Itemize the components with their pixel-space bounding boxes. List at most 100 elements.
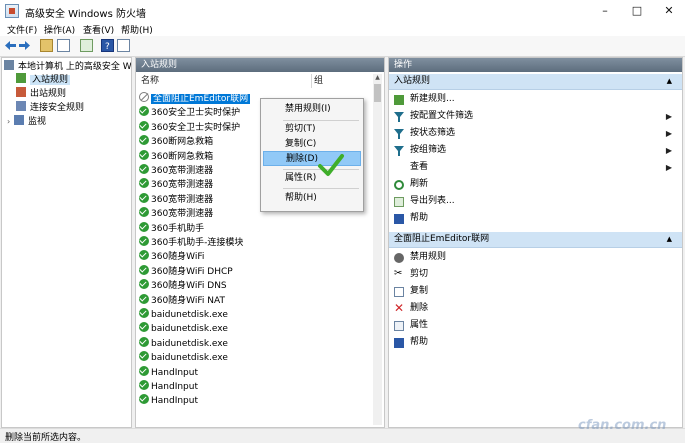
allowed-rule-icon — [139, 308, 149, 318]
actions-section-inbound-rules[interactable]: 入站规则 ▲ — [389, 74, 682, 90]
tree-item-outbound-rules[interactable]: 出站规则 — [16, 87, 66, 100]
rule-row[interactable]: 360宽带测速器 — [139, 164, 213, 178]
context-menu-delete[interactable]: 删除(D) — [263, 151, 361, 166]
menu-file[interactable]: 文件(F) — [7, 23, 37, 36]
allowed-rule-icon — [139, 149, 149, 160]
rule-row[interactable]: 360安全卫士实时保护 — [139, 120, 240, 135]
allowed-rule-icon — [139, 164, 149, 174]
show-hide-tree-icon[interactable] — [57, 39, 70, 52]
action-refresh[interactable]: 刷新 — [389, 176, 682, 193]
properties-icon — [394, 321, 404, 331]
scissors-icon: ✂ — [394, 268, 403, 279]
context-menu: 禁用规则(I) 剪切(T) 复制(C) 删除(D) 属性(R) 帮助(H) — [260, 98, 364, 212]
collapse-up-icon[interactable]: ▲ — [667, 232, 672, 247]
context-menu-copy[interactable]: 复制(C) — [263, 137, 361, 152]
allowed-rule-icon — [139, 322, 149, 333]
action-view[interactable]: 查看 ▶ — [389, 159, 682, 176]
scroll-thumb[interactable] — [374, 84, 381, 102]
allowed-rule-icon — [139, 178, 149, 189]
expand-chevron-icon[interactable]: › — [7, 115, 14, 128]
back-icon[interactable] — [4, 39, 17, 52]
allowed-rule-icon — [139, 250, 149, 261]
rule-row[interactable]: baidunetdisk.exe — [139, 308, 228, 322]
rule-row[interactable]: 360宽带测速器 — [139, 178, 213, 192]
tree-item-inbound-rules[interactable]: 入站规则 — [16, 73, 71, 86]
column-name-header[interactable]: 名称 — [141, 74, 159, 88]
context-menu-cut[interactable]: 剪切(T) — [263, 122, 361, 137]
submenu-arrow-icon: ▶ — [665, 163, 672, 172]
svg-text:?: ? — [105, 42, 110, 51]
minimize-button[interactable]: – — [589, 0, 621, 22]
rules-pane-header: 入站规则 — [136, 58, 384, 72]
delete-x-icon: ✕ — [394, 301, 405, 315]
allowed-rule-icon — [139, 380, 149, 390]
actions-section-selected-rule[interactable]: 全面阻止EmEditor联网 ▲ — [389, 232, 682, 248]
rule-row[interactable]: 360安全卫士实时保护 — [139, 106, 240, 120]
rule-row[interactable]: 全面阻止EmEditor联网 — [139, 92, 251, 106]
export-list-icon[interactable] — [80, 39, 93, 52]
show-hide-action-pane-icon[interactable] — [117, 39, 130, 52]
action-properties[interactable]: 属性 — [389, 317, 682, 334]
rule-row[interactable]: 360宽带测速器 — [139, 207, 213, 221]
navigation-tree: 本地计算机 上的高级安全 Wind 入站规则 出站规则 连接安全规则 ›监视 — [1, 57, 132, 428]
action-disable-rule[interactable]: 禁用规则 — [389, 249, 682, 266]
rule-row[interactable]: 360随身WiFi DNS — [139, 279, 227, 293]
rule-row[interactable]: HandInput — [139, 380, 198, 394]
rule-row[interactable]: baidunetdisk.exe — [139, 351, 228, 365]
action-copy[interactable]: 复制 — [389, 283, 682, 300]
action-export-list[interactable]: 导出列表... — [389, 193, 682, 210]
tree-root[interactable]: 本地计算机 上的高级安全 Wind — [4, 60, 131, 73]
context-menu-properties[interactable]: 属性(R) — [263, 171, 361, 186]
context-menu-separator — [283, 188, 359, 189]
menu-help[interactable]: 帮助(H) — [121, 23, 153, 36]
actions-pane: 操作 入站规则 ▲ 新建规则... 按配置文件筛选 ▶ 按状态筛选 ▶ 按组筛选… — [388, 57, 683, 428]
rule-row[interactable]: 360断网急救箱 — [139, 149, 213, 164]
rule-row[interactable]: 360断网急救箱 — [139, 135, 213, 149]
allowed-rule-icon — [139, 293, 149, 304]
column-group-header[interactable]: 组 — [314, 74, 323, 88]
menu-view[interactable]: 查看(V) — [83, 23, 114, 36]
action-help[interactable]: 帮助 — [389, 210, 682, 227]
tree-item-monitoring[interactable]: › 监视 — [7, 115, 46, 128]
rule-row[interactable]: 360手机助手 — [139, 221, 204, 236]
context-menu-separator — [283, 120, 359, 121]
rule-row[interactable]: 360随身WiFi NAT — [139, 293, 225, 308]
submenu-arrow-icon: ▶ — [665, 129, 672, 138]
rule-row[interactable]: baidunetdisk.exe — [139, 322, 228, 336]
tree-item-connection-security-rules[interactable]: 连接安全规则 — [16, 101, 84, 114]
action-cut[interactable]: ✂ 剪切 — [389, 266, 682, 283]
rule-row[interactable]: 360随身WiFi — [139, 250, 204, 264]
up-folder-icon[interactable] — [40, 39, 53, 52]
rule-row[interactable]: HandInput — [139, 365, 198, 380]
connection-security-icon — [16, 101, 26, 111]
action-filter-by-profile[interactable]: 按配置文件筛选 ▶ — [389, 108, 682, 125]
forward-icon[interactable] — [18, 39, 31, 52]
rule-row[interactable]: 360随身WiFi DHCP — [139, 264, 233, 279]
rule-row[interactable]: 360手机助手-连接模块 — [139, 236, 243, 250]
action-delete[interactable]: ✕ 删除 — [389, 300, 682, 317]
action-help-rule[interactable]: 帮助 — [389, 334, 682, 351]
scroll-up-icon[interactable]: ▲ — [373, 74, 382, 82]
action-new-rule[interactable]: 新建规则... — [389, 91, 682, 108]
action-filter-by-group[interactable]: 按组筛选 ▶ — [389, 142, 682, 159]
column-divider[interactable] — [311, 74, 312, 88]
allowed-rule-icon — [139, 236, 149, 246]
collapse-up-icon[interactable]: ▲ — [667, 74, 672, 89]
rule-row[interactable]: 360宽带测速器 — [139, 192, 213, 207]
help-icon[interactable]: ? — [101, 39, 114, 52]
close-button[interactable]: ✕ — [653, 0, 685, 22]
rule-row[interactable]: HandInput — [139, 394, 198, 408]
rule-row[interactable]: baidunetdisk.exe — [139, 336, 228, 351]
context-menu-help[interactable]: 帮助(H) — [263, 191, 361, 206]
new-rule-icon — [394, 95, 404, 105]
menu-action[interactable]: 操作(A) — [44, 23, 75, 36]
rules-scrollbar[interactable]: ▲ — [373, 74, 382, 425]
allowed-rule-icon — [139, 106, 149, 117]
submenu-arrow-icon: ▶ — [665, 146, 672, 155]
maximize-button[interactable]: □ — [621, 0, 653, 22]
allowed-rule-icon — [139, 365, 149, 376]
window-title: 高级安全 Windows 防火墙 — [25, 9, 146, 20]
help-icon — [394, 214, 404, 224]
context-menu-disable-rule[interactable]: 禁用规则(I) — [263, 102, 361, 117]
action-filter-by-state[interactable]: 按状态筛选 ▶ — [389, 125, 682, 142]
